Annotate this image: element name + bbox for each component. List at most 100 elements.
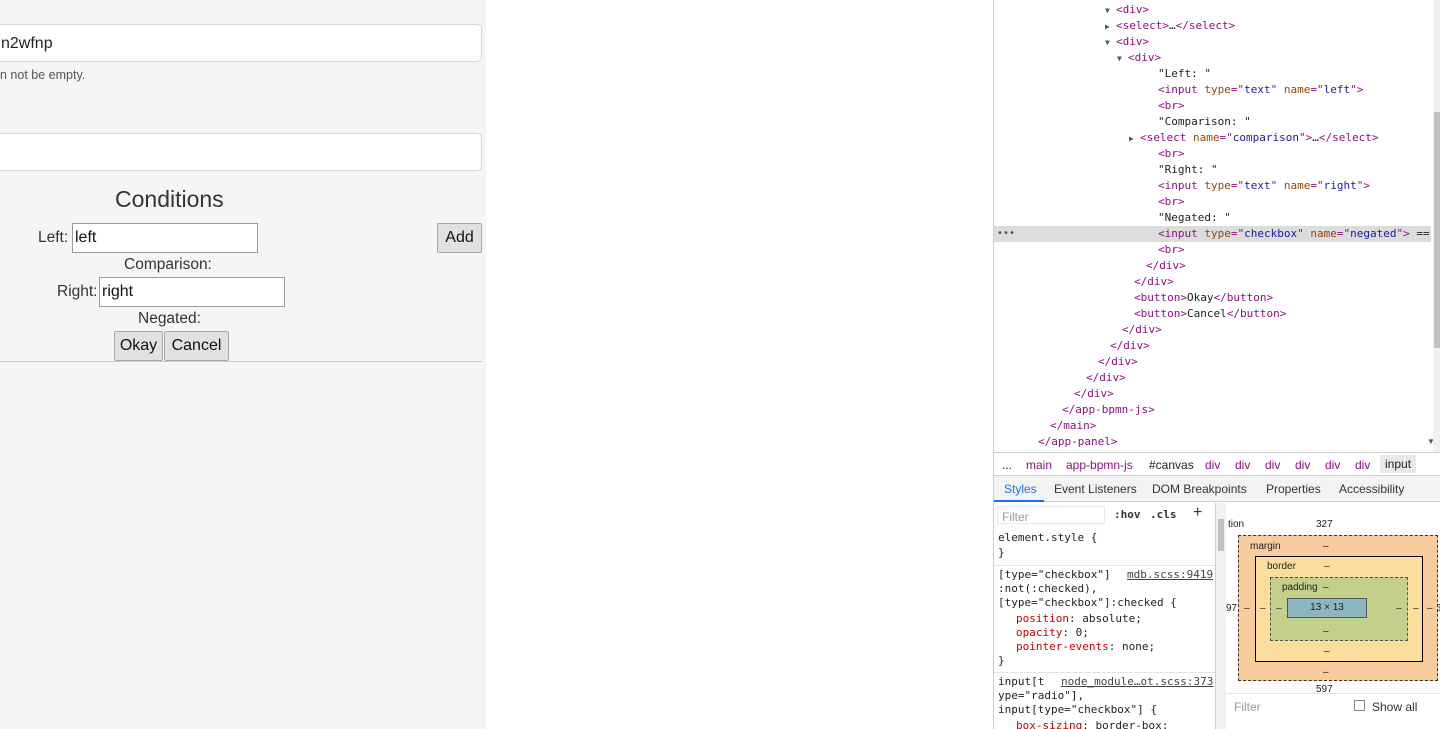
dom-node-line[interactable]: </app-panel> <box>994 434 1431 450</box>
more-actions-icon[interactable]: ••• <box>997 226 1015 242</box>
tab-properties[interactable]: Properties <box>1266 482 1321 496</box>
dom-node-line[interactable]: "Negated: " <box>994 210 1431 226</box>
dom-token: " <box>1270 179 1284 192</box>
dom-node-line[interactable]: </div> <box>994 274 1431 290</box>
dom-node-line[interactable]: </div> <box>994 354 1431 370</box>
breadcrumb-item[interactable]: input <box>1380 455 1417 473</box>
dom-token: type <box>1204 83 1231 96</box>
dom-node-line[interactable]: ▼ <div> <box>994 2 1431 18</box>
styles-scrollbar[interactable] <box>1216 503 1226 729</box>
scroll-down-arrow-icon[interactable]: ▼ <box>1427 437 1435 446</box>
computed-filter-input[interactable]: Filter <box>1234 700 1261 714</box>
breadcrumb-item[interactable]: div <box>1235 458 1250 472</box>
dom-node-line[interactable]: <br> <box>994 146 1431 162</box>
position-top-value[interactable]: 327 <box>1316 519 1333 530</box>
breadcrumb-item[interactable]: app-bpmn-js <box>1066 458 1133 472</box>
rule2-source-link[interactable]: node_module…ot.scss:373 <box>1061 675 1213 688</box>
hov-toggle[interactable]: :hov <box>1114 508 1141 521</box>
dom-node-line[interactable]: <input type="text" name="right"> <box>994 178 1431 194</box>
cls-toggle[interactable]: .cls <box>1150 508 1177 521</box>
dom-node-line[interactable]: "Comparison: " <box>994 114 1431 130</box>
padding-bottom-value[interactable]: – <box>1323 626 1329 637</box>
breadcrumb-item[interactable]: ... <box>1002 458 1012 472</box>
box-model-padding[interactable]: padding – – – – 13 × 13 <box>1270 577 1408 641</box>
tab-dom-breakpoints[interactable]: DOM Breakpoints <box>1152 482 1247 496</box>
dom-node-line[interactable]: </div> <box>994 370 1431 386</box>
dom-node-line[interactable]: <br> <box>994 242 1431 258</box>
left-input[interactable]: left <box>72 223 258 253</box>
dom-node-line[interactable]: "Right: " <box>994 162 1431 178</box>
margin-top-value[interactable]: – <box>1323 541 1329 552</box>
breadcrumb-item[interactable]: div <box>1355 458 1370 472</box>
dom-node-line[interactable]: </div> <box>994 258 1431 274</box>
elements-scrollbar[interactable] <box>1433 0 1440 452</box>
dom-node-line[interactable]: "Left: " <box>994 66 1431 82</box>
collapsed-triangle-icon[interactable]: ▶ <box>1105 19 1116 35</box>
box-model-content[interactable]: 13 × 13 <box>1287 598 1367 618</box>
dom-node-line[interactable]: <button>Cancel</button> <box>994 306 1431 322</box>
tab-accessibility[interactable]: Accessibility <box>1339 482 1404 496</box>
padding-left-value[interactable]: – <box>1276 603 1282 614</box>
dom-node-line[interactable]: <br> <box>994 194 1431 210</box>
right-input[interactable]: right <box>99 277 285 307</box>
dom-node-line[interactable]: </main> <box>994 418 1431 434</box>
elements-scroll-thumb[interactable] <box>1434 112 1440 348</box>
second-input[interactable] <box>0 133 482 171</box>
border-bottom-value[interactable]: – <box>1324 646 1330 657</box>
styles-filter-input[interactable]: Filter <box>997 506 1105 524</box>
rule-close-brace: } <box>998 546 1005 559</box>
dom-node-line[interactable]: <input type="text" name="left"> <box>994 82 1431 98</box>
border-top-value[interactable]: – <box>1324 561 1330 572</box>
border-left-value[interactable]: – <box>1260 603 1266 614</box>
margin-right-value[interactable]: – <box>1427 603 1433 614</box>
margin-left-value[interactable]: – <box>1244 603 1250 614</box>
rule1-decl-pointer-events[interactable]: pointer-events: none; <box>1016 640 1155 654</box>
dom-token: </div> <box>1086 371 1126 384</box>
rule2-decl-box-sizing[interactable]: box-sizing: border-box; <box>1016 719 1168 729</box>
dom-node-line[interactable]: ▶ <select name="comparison">…</select> <box>994 130 1431 146</box>
breadcrumb-item[interactable]: div <box>1325 458 1340 472</box>
border-right-value[interactable]: – <box>1413 603 1419 614</box>
name-input[interactable]: n2wfnp <box>0 24 482 62</box>
padding-right-value[interactable]: – <box>1396 603 1402 614</box>
dom-node-line[interactable]: <button>Okay</button> <box>994 290 1431 306</box>
dom-node-line[interactable]: ▼ <div> <box>994 34 1431 50</box>
styles-scroll-thumb[interactable] <box>1218 519 1224 551</box>
new-rule-icon[interactable]: + <box>1193 504 1202 522</box>
rule1-source-link[interactable]: mdb.scss:9419 <box>1127 568 1213 581</box>
padding-top-value[interactable]: – <box>1323 582 1329 593</box>
elements-tree[interactable]: ▼ <div> ▶ <select>…</select> ▼ <div> ▼ <div> "Le… <box>994 0 1433 452</box>
dom-node-line[interactable]: </div> <box>994 322 1431 338</box>
tab-event-listeners[interactable]: Event Listeners <box>1054 482 1137 496</box>
breadcrumb-item[interactable]: main <box>1026 458 1052 472</box>
collapsed-triangle-icon[interactable]: ▶ <box>1129 131 1140 147</box>
breadcrumb-item[interactable]: div <box>1265 458 1280 472</box>
position-left-value[interactable]: 97 <box>1226 603 1237 614</box>
okay-button[interactable]: Okay <box>114 331 163 361</box>
breadcrumb-item[interactable]: #canvas <box>1149 458 1194 472</box>
add-button[interactable]: Add <box>437 223 482 253</box>
box-model-margin[interactable]: margin – – – – border – – – – padding – … <box>1238 535 1438 681</box>
dom-node-line[interactable]: </app-bpmn-js> <box>994 402 1431 418</box>
dom-node-line[interactable]: </div> <box>994 386 1431 402</box>
margin-bottom-value[interactable]: – <box>1323 667 1329 678</box>
breadcrumb-item[interactable]: div <box>1295 458 1310 472</box>
dom-node-line[interactable]: ▼ <div> <box>994 50 1431 66</box>
expand-triangle-icon[interactable]: ▼ <box>1117 51 1128 67</box>
expand-triangle-icon[interactable]: ▼ <box>1105 3 1116 19</box>
prop-name: position <box>1016 612 1069 625</box>
rule1-decl-opacity[interactable]: opacity: 0; <box>1016 626 1089 640</box>
dom-token: <input <box>1158 83 1205 96</box>
tab-styles[interactable]: Styles <box>1004 482 1037 496</box>
dom-node-line[interactable]: <br> <box>994 98 1431 114</box>
expand-triangle-icon[interactable]: ▼ <box>1105 35 1116 51</box>
left-label: Left: <box>38 229 69 246</box>
show-all-checkbox[interactable] <box>1354 700 1365 711</box>
dom-node-line[interactable]: ▶ <select>…</select> <box>994 18 1431 34</box>
rule1-decl-position[interactable]: position: absolute; <box>1016 612 1142 626</box>
dom-node-line[interactable]: </div> <box>994 338 1431 354</box>
dom-node-line[interactable]: <input type="checkbox" name="negated"> =… <box>994 226 1431 242</box>
breadcrumb-item[interactable]: div <box>1205 458 1220 472</box>
box-model-border[interactable]: border – – – – padding – – – – 13 × 13 <box>1255 556 1423 662</box>
cancel-button[interactable]: Cancel <box>164 331 229 361</box>
